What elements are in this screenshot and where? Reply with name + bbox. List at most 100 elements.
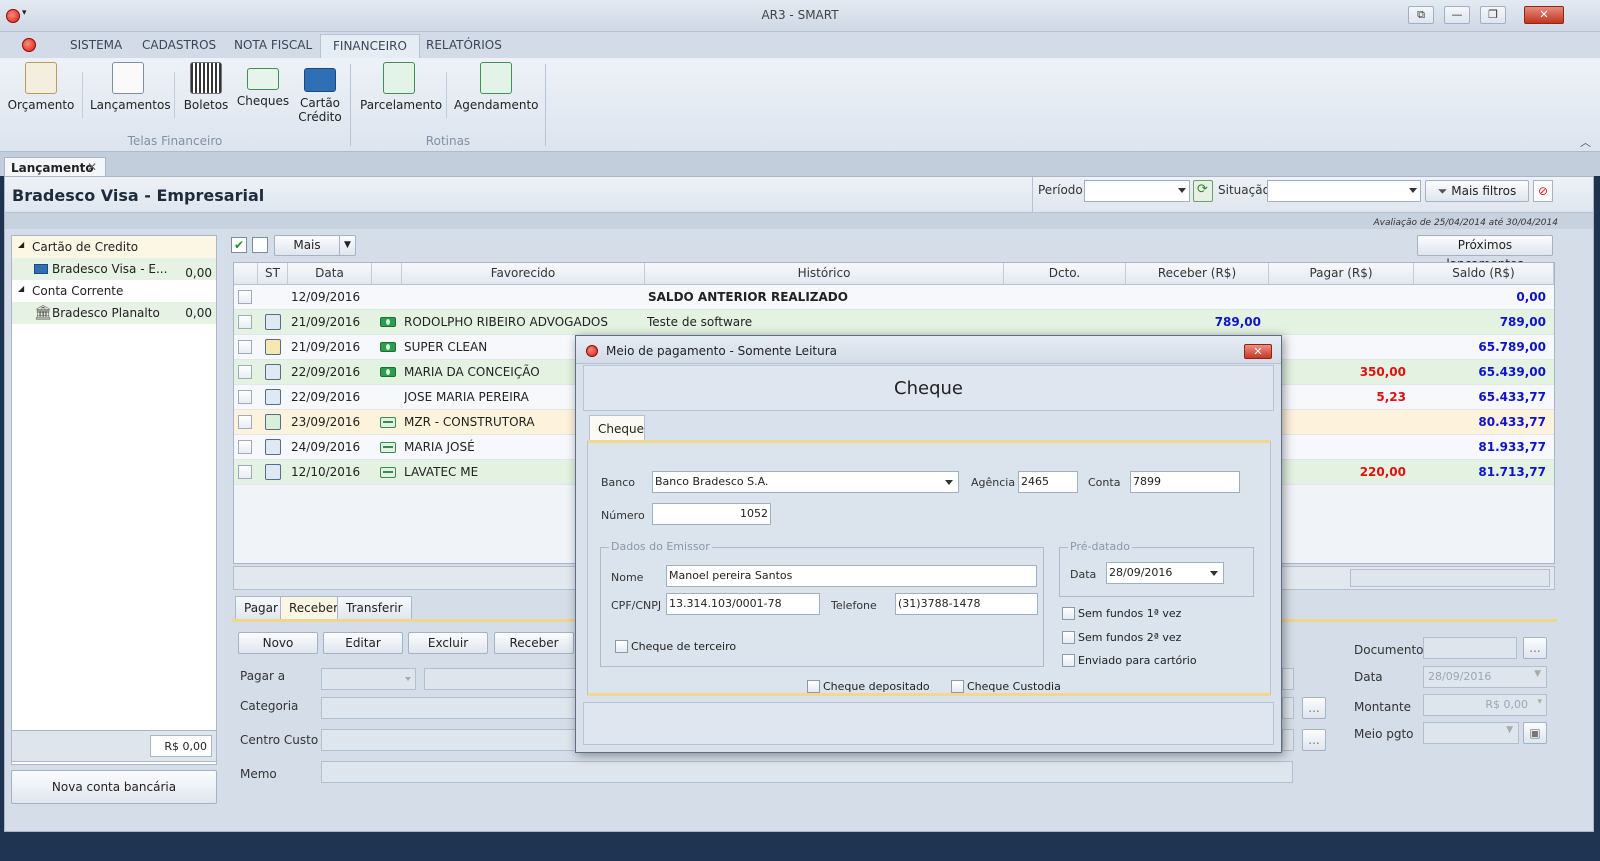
row-date: 21/09/2016 <box>291 315 361 329</box>
app-menu-icon[interactable] <box>22 38 36 52</box>
tab-nota-fiscal[interactable]: NOTA FISCAL <box>234 38 312 52</box>
editar-button[interactable]: Editar <box>323 632 403 654</box>
row-saldo: 81.713,77 <box>1478 465 1546 479</box>
maximize-button[interactable]: ❐ <box>1480 6 1506 24</box>
emissor-legend: Dados do Emissor <box>609 540 712 553</box>
row-checkbox[interactable] <box>238 390 252 404</box>
tab-financeiro[interactable]: FINANCEIRO <box>320 34 420 58</box>
tab-relatorios[interactable]: RELATÓRIOS <box>426 38 502 52</box>
pagar-a-type-select[interactable] <box>321 668 416 690</box>
centro-custo-select[interactable] <box>321 729 576 751</box>
lancamentos-button[interactable]: Lançamentos <box>90 62 171 112</box>
orcamento-button[interactable]: Orçamento <box>6 62 76 112</box>
proximos-lancamentos-button[interactable]: Próximos lançamentos <box>1417 235 1553 271</box>
parcelamento-button[interactable]: Parcelamento <box>360 62 442 112</box>
cheque-terceiro-checkbox[interactable]: Cheque de terceiro <box>615 640 736 653</box>
check-all-icon[interactable]: ✔ <box>231 237 247 253</box>
agencia-field[interactable]: 2465 <box>1018 471 1078 493</box>
tab-lancamento[interactable]: Lançamento ✕ <box>4 157 106 177</box>
tab-cheque[interactable]: Cheque <box>589 415 645 441</box>
tree-group-cartao[interactable]: ◢ Cartão de Credito <box>12 236 216 258</box>
conta-label: Conta <box>1088 476 1121 489</box>
excluir-button[interactable]: Excluir <box>408 632 488 654</box>
dialog-close-button[interactable]: ✕ <box>1244 344 1272 359</box>
column-header-favorecido[interactable]: Favorecido <box>402 263 645 285</box>
documento-field[interactable] <box>1423 637 1517 659</box>
pagar-a-select[interactable] <box>424 668 576 690</box>
boletos-button[interactable]: Boletos <box>182 62 230 112</box>
predatado-data-field[interactable]: 28/09/2016 <box>1106 562 1224 584</box>
categoria-lookup-button[interactable]: ... <box>1302 697 1326 719</box>
tree-item-bradesco-visa[interactable]: Bradesco Visa - E... 0,00 <box>12 258 216 280</box>
cheques-button[interactable]: Cheques <box>236 62 290 108</box>
close-button[interactable]: ✕ <box>1524 6 1564 24</box>
group-label-rotinas: Rotinas <box>425 134 471 148</box>
novo-button[interactable]: Novo <box>238 632 318 654</box>
sem-fundos-1-checkbox[interactable]: Sem fundos 1ª vez <box>1062 607 1181 620</box>
agendamento-label: Agendamento <box>454 98 539 112</box>
sem-fundos-2-checkbox[interactable]: Sem fundos 2ª vez <box>1062 631 1181 644</box>
column-header-receber[interactable]: Receber (R$) <box>1126 263 1269 285</box>
agendamento-button[interactable]: Agendamento <box>454 62 539 112</box>
banco-select[interactable]: Banco Bradesco S.A. <box>652 471 959 493</box>
tab-cadastros[interactable]: CADASTROS <box>142 38 216 52</box>
predatado-legend: Pré-datado <box>1068 540 1132 553</box>
data-field[interactable]: 28/09/2016 ▼ <box>1423 666 1547 688</box>
tree-group-conta-corrente[interactable]: ◢ Conta Corrente <box>12 280 216 302</box>
collapse-triangle-icon[interactable]: ◢ <box>18 240 24 249</box>
group-separator <box>545 64 546 146</box>
row-checkbox[interactable] <box>238 290 252 304</box>
collapse-triangle-icon[interactable]: ◢ <box>18 284 24 293</box>
numero-field[interactable]: 1052 <box>652 503 771 525</box>
restore-layout-button[interactable]: ⧉ <box>1408 6 1434 24</box>
refresh-icon[interactable]: ⟳ <box>1193 180 1213 202</box>
cartao-credito-button[interactable]: Cartão Crédito <box>296 62 344 124</box>
conta-field[interactable]: 7899 <box>1130 471 1240 493</box>
cpf-field[interactable]: 13.314.103/0001-78 <box>666 593 820 615</box>
row-checkbox[interactable] <box>238 465 252 479</box>
close-tab-icon[interactable]: ✕ <box>87 160 97 174</box>
row-checkbox[interactable] <box>238 340 252 354</box>
table-row[interactable]: 21/09/2016 RODOLPHO RIBEIRO ADVOGADOS Te… <box>234 310 1554 335</box>
table-row[interactable]: 12/09/2016 SALDO ANTERIOR REALIZADO 0,00 <box>234 285 1554 310</box>
column-header-data[interactable]: Data <box>288 263 372 285</box>
row-checkbox[interactable] <box>238 315 252 329</box>
meio-pgto-details-icon[interactable]: ▣ <box>1523 722 1547 744</box>
tab-sistema[interactable]: SISTEMA <box>70 38 122 52</box>
parcelamento-label: Parcelamento <box>360 98 443 112</box>
nova-conta-button[interactable]: Nova conta bancária <box>11 770 217 804</box>
mais-dropdown-button[interactable]: Mais ▼ <box>274 235 356 256</box>
categoria-select[interactable] <box>321 697 576 719</box>
periodo-select[interactable] <box>1084 180 1190 202</box>
documento-lookup-button[interactable]: ... <box>1523 637 1547 659</box>
minimize-button[interactable]: — <box>1444 6 1470 24</box>
cheque-depositado-checkbox[interactable]: Cheque depositado <box>807 680 930 693</box>
row-checkbox[interactable] <box>238 415 252 429</box>
column-header-saldo[interactable]: Saldo (R$) <box>1414 263 1554 285</box>
memo-field[interactable] <box>321 761 1293 783</box>
budget-icon <box>25 62 57 94</box>
uncheck-all-icon[interactable] <box>252 237 268 253</box>
chevron-down-icon: ▼ <box>339 236 355 255</box>
column-header-pagar[interactable]: Pagar (R$) <box>1269 263 1414 285</box>
clear-filter-icon[interactable]: ⊘ <box>1533 180 1553 202</box>
nome-field[interactable]: Manoel pereira Santos <box>666 565 1037 587</box>
column-header-st[interactable]: ST <box>258 263 288 285</box>
tree-item-bradesco-planalto[interactable]: 🏛 Bradesco Planalto 0,00 <box>12 302 216 324</box>
mais-filtros-button[interactable]: ⏷ Mais filtros <box>1425 180 1529 202</box>
montante-field[interactable]: R$ 0,00 ▾ <box>1423 694 1547 716</box>
cheque-custodia-checkbox[interactable]: Cheque Custodia <box>951 680 1061 693</box>
receber-button[interactable]: Receber <box>494 632 574 654</box>
pagar-a-arrow-stub <box>1282 668 1294 690</box>
collapse-ribbon-icon[interactable]: ︿ <box>1580 134 1591 150</box>
row-checkbox[interactable] <box>238 365 252 379</box>
column-header-dcto[interactable]: Dcto. <box>1004 263 1126 285</box>
situacao-select[interactable] <box>1267 180 1421 202</box>
telefone-field[interactable]: (31)3788-1478 <box>895 593 1038 615</box>
tab-transferir[interactable]: Transferir <box>337 596 412 620</box>
enviado-cartorio-checkbox[interactable]: Enviado para cartório <box>1062 654 1197 667</box>
meio-pgto-select[interactable]: ▼ <box>1423 722 1519 744</box>
centro-custo-lookup-button[interactable]: ... <box>1302 729 1326 751</box>
column-header-historico[interactable]: Histórico <box>645 263 1004 285</box>
row-checkbox[interactable] <box>238 440 252 454</box>
